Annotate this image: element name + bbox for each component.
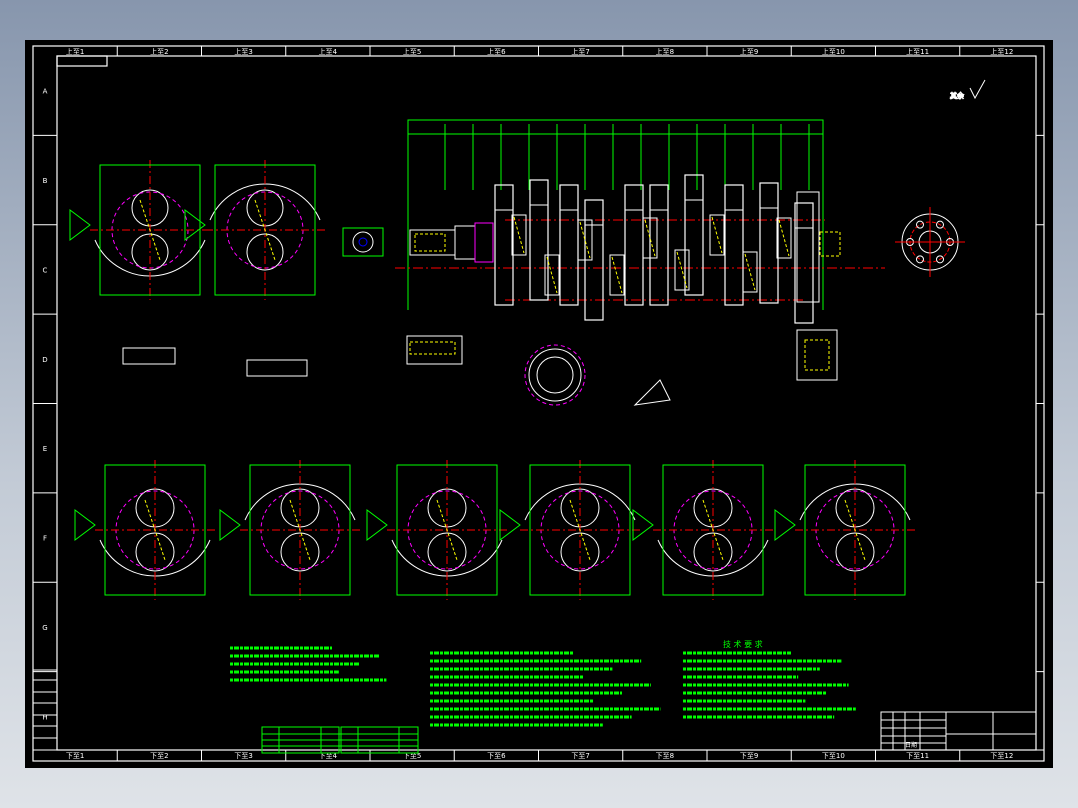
crank-web [494, 184, 514, 306]
bottom-zone-label: 下至2 [150, 752, 168, 760]
top-zone-label: 上至5 [403, 47, 421, 56]
row-label: F [43, 535, 47, 543]
bottom-zone-label: 下至11 [906, 752, 929, 760]
cad-drawing-sheet: 上至1 上至2 上至3 上至4 上至5 上至6 上至7 上至8 上至9 上至10 上至11 上至12 … [25, 40, 1053, 768]
row-label: E [43, 445, 47, 453]
top-zone-label: 上至10 [822, 47, 845, 56]
flange-section [796, 191, 820, 303]
bottom-zone-label: 下至6 [487, 752, 506, 760]
requirement-text-lines [230, 646, 856, 727]
top-zone-label: 上至2 [150, 47, 168, 56]
angle-dimension [632, 509, 654, 541]
angle-dimension [74, 509, 96, 541]
roughness-label: 其余 [950, 91, 964, 100]
crank-web [724, 184, 744, 306]
bottom-zone-label: 下至9 [740, 752, 758, 760]
top-zone-label: 上至12 [990, 47, 1013, 56]
shaft-step [454, 225, 476, 260]
journal [609, 254, 625, 296]
shaft-end-section [352, 231, 374, 253]
overall-dimension [407, 119, 824, 135]
drawing-canvas: 上至1 上至2 上至3 上至4 上至5 上至6 上至7 上至8 上至9 上至10 上至11 上至12 … [32, 45, 1045, 762]
thread-hole [414, 233, 446, 252]
top-zone-label: 上至9 [740, 47, 758, 56]
top-zone-label: 上至7 [571, 47, 589, 56]
journal [742, 251, 758, 293]
technical-requirements: 技 术 要 求 [230, 639, 856, 727]
journal [776, 217, 792, 259]
journal [511, 214, 527, 256]
journal [544, 254, 560, 296]
rear-end-bore [804, 339, 830, 371]
row-labels: ABCDEFGH [33, 88, 1044, 721]
row-label: B [43, 177, 48, 185]
journal [674, 249, 690, 291]
journal-detail-arc [524, 344, 586, 406]
date-label: 日期 [905, 741, 917, 749]
keyway-detail [246, 359, 308, 377]
parameter-table [261, 726, 419, 754]
oil-passage [611, 256, 623, 294]
bolt-hole [916, 220, 924, 229]
crankshaft-main-view [342, 119, 885, 324]
top-zone-labels: 上至1 上至2 上至3 上至4 上至5 上至6 上至7 上至8 上至9 上至10 上至11 上至12 [66, 46, 1013, 56]
top-zone-label: 上至4 [319, 47, 338, 56]
bottom-zone-label: 下至10 [822, 752, 845, 760]
gear-seat [474, 222, 494, 263]
roughness-symbol: 其余 [950, 79, 986, 101]
bottom-zone-label: 下至7 [571, 752, 589, 760]
top-zone-label: 上至3 [234, 47, 252, 56]
row-label: C [43, 266, 48, 274]
bottom-zone-labels: 下至1 下至2 下至3 下至4 下至5 下至6 下至7 下至8 下至9 下至10 下至11 下至12 [33, 749, 1044, 761]
crank-web [759, 182, 779, 304]
title-block: 日期 [880, 711, 1037, 751]
journal-detail-inner [536, 356, 574, 394]
row-label: A [43, 88, 48, 96]
oil-passage [711, 216, 723, 254]
angle-dimension [366, 509, 388, 541]
angle-dimension [774, 509, 796, 541]
rear-end-detail [796, 329, 838, 381]
keyway-detail [122, 347, 176, 365]
bottom-zone-label: 下至1 [66, 752, 84, 760]
shaft-end-hole [358, 237, 368, 247]
top-zone-label: 上至8 [656, 47, 674, 56]
row-label: D [42, 356, 47, 364]
bolt-hole [916, 255, 924, 264]
angle-dimension [69, 209, 91, 241]
bottom-zone-label: 下至12 [990, 752, 1013, 760]
section-views [69, 160, 965, 600]
top-zone-label: 上至1 [66, 47, 84, 56]
row-label: G [42, 624, 47, 632]
bottom-zone-label: 下至3 [234, 752, 252, 760]
bottom-zone-label: 下至8 [656, 752, 674, 760]
crank-web [649, 184, 669, 306]
crank-web [684, 174, 704, 296]
oil-passage [744, 253, 756, 291]
journal [709, 214, 725, 256]
tech-requirements-title: 技 术 要 求 [723, 639, 763, 649]
revision-table [32, 669, 58, 751]
front-end-detail [406, 335, 463, 365]
front-end-thread [409, 341, 456, 355]
crank-web [624, 184, 644, 306]
oil-passage [513, 216, 525, 254]
top-zone-label: 上至6 [487, 47, 506, 56]
crank-web [559, 184, 579, 306]
angle-dimension [219, 509, 241, 541]
oil-passage [778, 219, 790, 257]
crank-web [794, 202, 814, 324]
fillet-detail [633, 379, 671, 406]
angle-dimension [499, 509, 521, 541]
top-zone-label: 上至11 [906, 47, 929, 56]
